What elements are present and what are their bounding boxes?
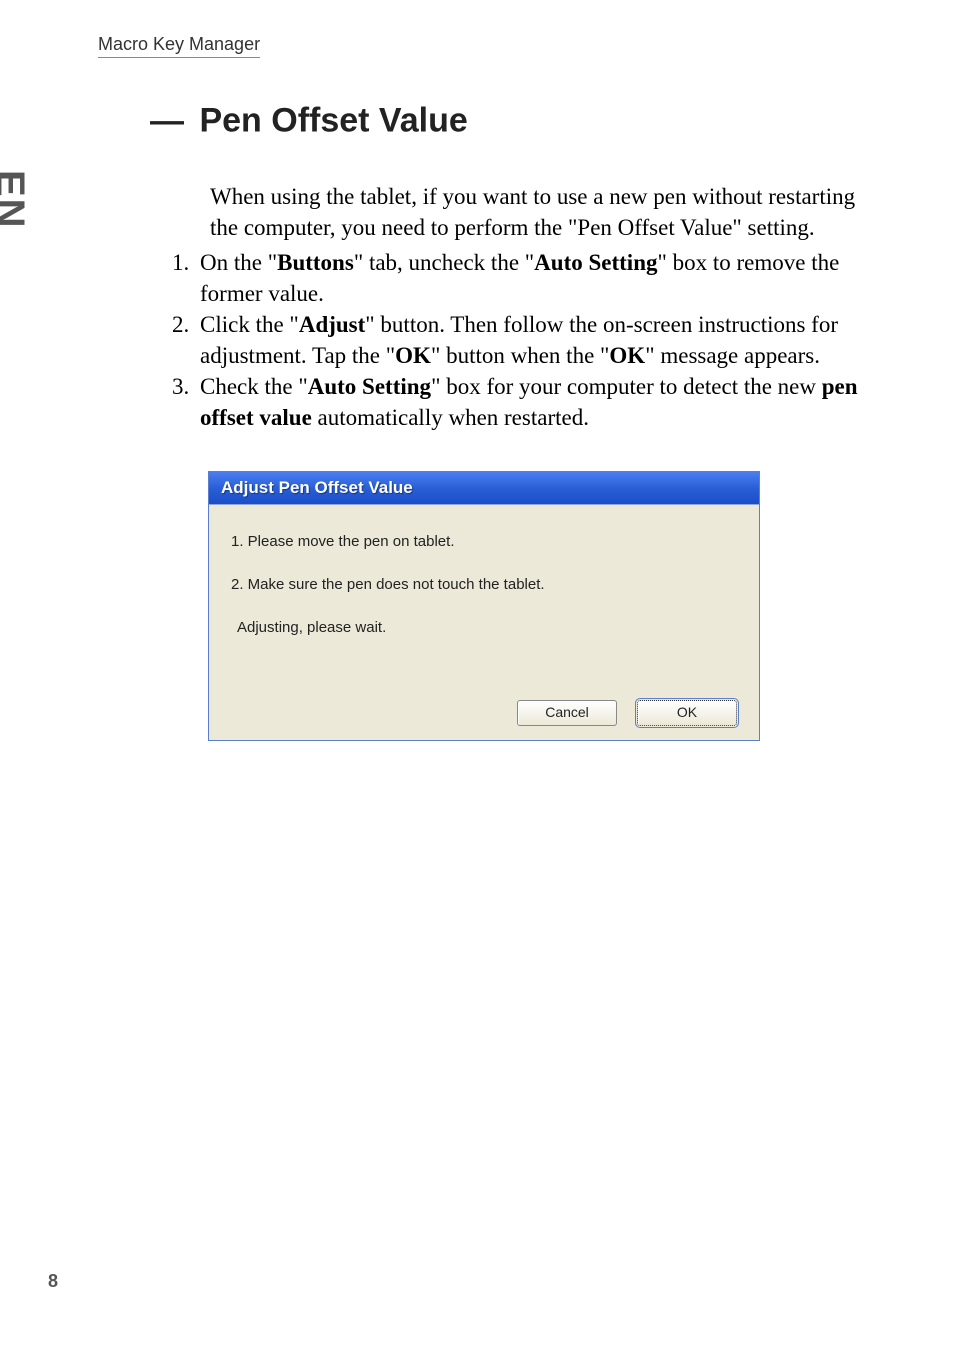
step-3: 3. Check the "Auto Setting" box for your… [172,371,870,433]
step-text: Click the "Adjust" button. Then follow t… [200,309,870,371]
dialog-instruction-1: 1. Please move the pen on tablet. [231,533,737,550]
content-area: — Pen Offset Value When using the tablet… [150,100,870,741]
language-indicator: EN [0,170,32,230]
heading-text: Pen Offset Value [199,102,467,140]
ok-button[interactable]: OK [637,700,737,726]
doc-header: Macro Key Manager [98,34,260,58]
page-number: 8 [48,1271,58,1292]
dialog-status: Adjusting, please wait. [231,619,737,636]
step-number: 1. [172,247,200,309]
step-2: 2. Click the "Adjust" button. Then follo… [172,309,870,371]
heading-dash: — [150,102,190,141]
cancel-button[interactable]: Cancel [517,700,617,726]
dialog-adjust-pen-offset: Adjust Pen Offset Value 1. Please move t… [208,471,760,741]
dialog-button-row: Cancel OK [231,662,737,726]
intro-paragraph: When using the tablet, if you want to us… [210,181,870,243]
step-number: 3. [172,371,200,433]
dialog-body: 1. Please move the pen on tablet. 2. Mak… [209,504,759,740]
step-text: On the "Buttons" tab, uncheck the "Auto … [200,247,870,309]
dialog-titlebar: Adjust Pen Offset Value [209,472,759,504]
section-heading: — Pen Offset Value [150,100,870,141]
step-text: Check the "Auto Setting" box for your co… [200,371,870,433]
step-1: 1. On the "Buttons" tab, uncheck the "Au… [172,247,870,309]
step-number: 2. [172,309,200,371]
dialog-instruction-2: 2. Make sure the pen does not touch the … [231,576,737,593]
